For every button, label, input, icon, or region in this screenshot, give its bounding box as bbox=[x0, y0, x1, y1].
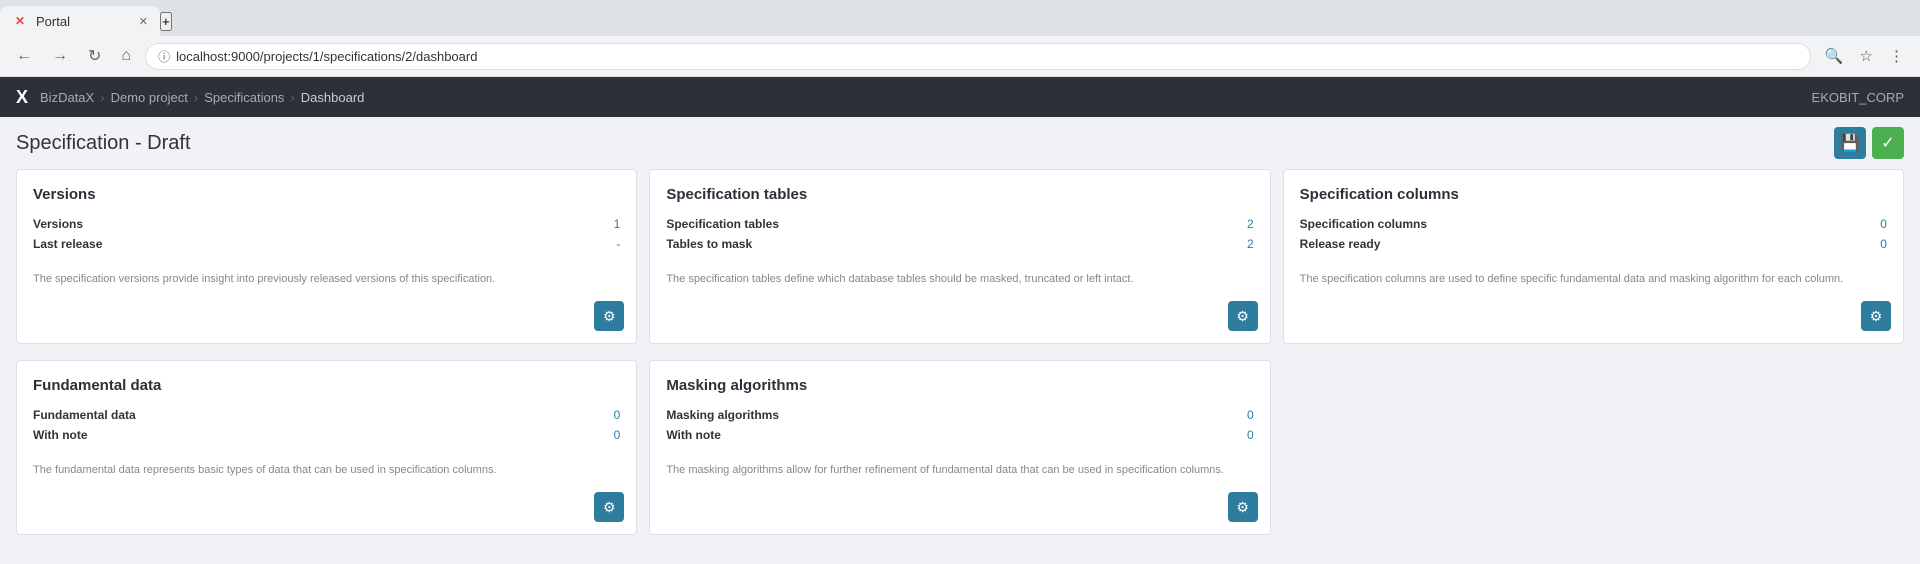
reload-button[interactable]: ↻ bbox=[82, 42, 107, 70]
card-masking-algorithms-title: Masking algorithms bbox=[666, 377, 1253, 394]
active-tab[interactable]: ✕ Portal ✕ bbox=[0, 6, 160, 36]
card-stat-row: Release ready0 bbox=[1300, 237, 1887, 251]
card-versions-stats: Versions1 Last release- bbox=[33, 217, 620, 257]
card-stat-label: Masking algorithms bbox=[666, 408, 1247, 422]
card-fundamental-data-description: The fundamental data represents basic ty… bbox=[33, 462, 620, 518]
card-stat-label: Specification columns bbox=[1300, 217, 1881, 231]
card-stat-value: 0 bbox=[1247, 408, 1254, 422]
card-versions-action: ⚙ bbox=[594, 301, 624, 331]
card-stat-row: With note0 bbox=[33, 428, 620, 442]
breadcrumb-dashboard: Dashboard bbox=[301, 90, 365, 105]
breadcrumb-specifications[interactable]: Specifications bbox=[204, 90, 284, 105]
browser-toolbar: ← → ↻ ⌂ ⓘ 🔍 ☆ ⋮ bbox=[0, 36, 1920, 76]
card-stat-value: 0 bbox=[1247, 428, 1254, 442]
card-masking-algorithms-description: The masking algorithms allow for further… bbox=[666, 462, 1253, 518]
card-specification-columns-stats: Specification columns0Release ready0 bbox=[1300, 217, 1887, 257]
card-versions-title: Versions bbox=[33, 186, 620, 203]
card-masking-algorithms-stats: Masking algorithms0With note0 bbox=[666, 408, 1253, 448]
back-button[interactable]: ← bbox=[10, 43, 38, 69]
tab-favicon: ✕ bbox=[12, 13, 28, 29]
card-stat-label: Release ready bbox=[1300, 237, 1881, 251]
card-stat-label: Tables to mask bbox=[666, 237, 1247, 251]
card-stat-label: With note bbox=[666, 428, 1247, 442]
empty-card-slot bbox=[1283, 360, 1904, 535]
card-specification-columns-action: ⚙ bbox=[1861, 301, 1891, 331]
card-stat-value: 0 bbox=[614, 408, 621, 422]
card-specification-tables-description: The specification tables define which da… bbox=[666, 271, 1253, 327]
card-specification-tables: Specification tablesSpecification tables… bbox=[649, 169, 1270, 344]
card-stat-value: 0 bbox=[1880, 237, 1887, 251]
breadcrumb-demo-project[interactable]: Demo project bbox=[111, 90, 188, 105]
page-header: Specification - Draft 💾 ✓ bbox=[0, 117, 1920, 169]
card-stat-row: Fundamental data0 bbox=[33, 408, 620, 422]
dashboard-bottom-row: Fundamental dataFundamental data0With no… bbox=[0, 360, 1920, 551]
page-title: Specification - Draft bbox=[16, 132, 191, 155]
card-stat-label: Specification tables bbox=[666, 217, 1247, 231]
card-specification-columns-gear-button[interactable]: ⚙ bbox=[1861, 301, 1891, 331]
card-stat-value: 0 bbox=[614, 428, 621, 442]
card-stat-row: With note0 bbox=[666, 428, 1253, 442]
card-stat-value: 1 bbox=[614, 217, 621, 231]
breadcrumb: BizDataX › Demo project › Specifications… bbox=[40, 90, 364, 105]
card-fundamental-data-stats: Fundamental data0With note0 bbox=[33, 408, 620, 448]
bookmark-button[interactable]: ☆ bbox=[1854, 43, 1879, 69]
card-specification-columns-title: Specification columns bbox=[1300, 186, 1887, 203]
card-fundamental-data-title: Fundamental data bbox=[33, 377, 620, 394]
address-bar[interactable]: ⓘ bbox=[145, 43, 1811, 70]
user-label: EKOBIT_CORP bbox=[1812, 90, 1904, 105]
card-specification-columns: Specification columnsSpecification colum… bbox=[1283, 169, 1904, 344]
card-versions-description: The specification versions provide insig… bbox=[33, 271, 620, 327]
card-specification-columns-description: The specification columns are used to de… bbox=[1300, 271, 1887, 327]
forward-button[interactable]: → bbox=[46, 43, 74, 69]
browser-chrome: ✕ Portal ✕ + ← → ↻ ⌂ ⓘ 🔍 ☆ ⋮ bbox=[0, 0, 1920, 77]
new-tab-button[interactable]: + bbox=[160, 12, 172, 31]
card-versions: VersionsVersions1Last release-The specif… bbox=[16, 169, 637, 344]
tab-close-button[interactable]: ✕ bbox=[139, 15, 148, 28]
more-button[interactable]: ⋮ bbox=[1883, 43, 1910, 69]
header-actions: 💾 ✓ bbox=[1834, 127, 1904, 159]
toolbar-icons: 🔍 ☆ ⋮ bbox=[1819, 43, 1910, 69]
card-fundamental-data: Fundamental dataFundamental data0With no… bbox=[16, 360, 637, 535]
card-stat-row: Last release- bbox=[33, 237, 620, 251]
card-fundamental-data-gear-button[interactable]: ⚙ bbox=[594, 492, 624, 522]
card-stat-row: Masking algorithms0 bbox=[666, 408, 1253, 422]
card-specification-tables-title: Specification tables bbox=[666, 186, 1253, 203]
card-stat-label: With note bbox=[33, 428, 614, 442]
card-specification-tables-action: ⚙ bbox=[1228, 301, 1258, 331]
card-specification-tables-stats: Specification tables2Tables to mask2 bbox=[666, 217, 1253, 257]
card-stat-row: Versions1 bbox=[33, 217, 620, 231]
breadcrumb-sep-3: › bbox=[290, 90, 294, 105]
app-navbar: X BizDataX › Demo project › Specificatio… bbox=[0, 77, 1920, 117]
tab-title: Portal bbox=[36, 14, 70, 29]
card-stat-value: - bbox=[616, 237, 620, 251]
app-logo: X bbox=[16, 87, 28, 108]
lock-icon: ⓘ bbox=[158, 48, 170, 65]
card-stat-row: Specification tables2 bbox=[666, 217, 1253, 231]
save-button[interactable]: 💾 bbox=[1834, 127, 1866, 159]
breadcrumb-sep-1: › bbox=[100, 90, 104, 105]
card-stat-label: Fundamental data bbox=[33, 408, 614, 422]
card-stat-row: Tables to mask2 bbox=[666, 237, 1253, 251]
breadcrumb-bizdatax[interactable]: BizDataX bbox=[40, 90, 94, 105]
card-stat-value: 2 bbox=[1247, 217, 1254, 231]
card-specification-tables-gear-button[interactable]: ⚙ bbox=[1228, 301, 1258, 331]
browser-tabs: ✕ Portal ✕ + bbox=[0, 0, 1920, 36]
card-stat-label: Versions bbox=[33, 217, 614, 231]
url-input[interactable] bbox=[176, 49, 1798, 64]
card-stat-row: Specification columns0 bbox=[1300, 217, 1887, 231]
confirm-button[interactable]: ✓ bbox=[1872, 127, 1904, 159]
dashboard-top-row: VersionsVersions1Last release-The specif… bbox=[0, 169, 1920, 360]
card-stat-label: Last release bbox=[33, 237, 616, 251]
card-fundamental-data-action: ⚙ bbox=[594, 492, 624, 522]
card-masking-algorithms-gear-button[interactable]: ⚙ bbox=[1228, 492, 1258, 522]
card-masking-algorithms-action: ⚙ bbox=[1228, 492, 1258, 522]
breadcrumb-sep-2: › bbox=[194, 90, 198, 105]
card-masking-algorithms: Masking algorithmsMasking algorithms0Wit… bbox=[649, 360, 1270, 535]
card-stat-value: 2 bbox=[1247, 237, 1254, 251]
card-versions-gear-button[interactable]: ⚙ bbox=[594, 301, 624, 331]
home-button[interactable]: ⌂ bbox=[115, 43, 137, 69]
card-stat-value: 0 bbox=[1880, 217, 1887, 231]
zoom-button[interactable]: 🔍 bbox=[1819, 43, 1850, 69]
